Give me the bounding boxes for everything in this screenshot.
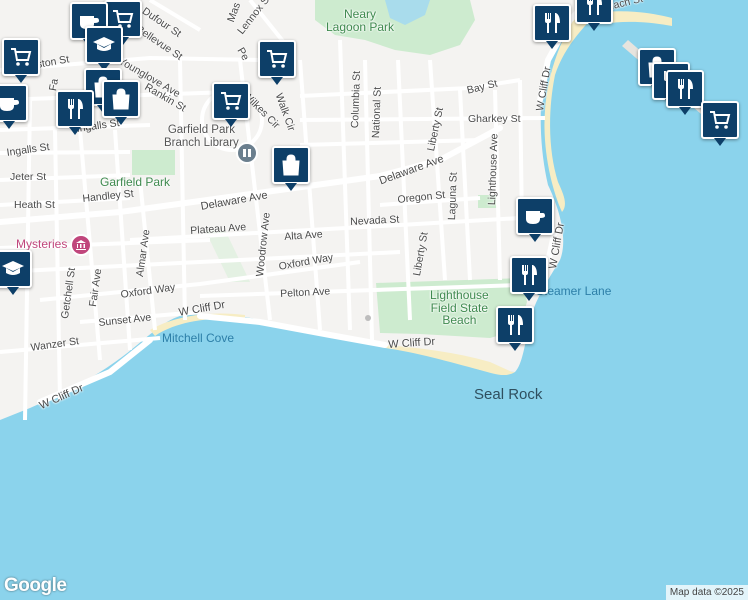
street-label-pelton: Pelton Ave	[279, 285, 331, 300]
restaurant-icon[interactable]	[496, 306, 534, 351]
street-label-alta: Alta Ave	[283, 228, 324, 243]
place-label-garfield-park[interactable]: Garfield Park	[100, 176, 170, 189]
street-label-heath: Heath St	[14, 199, 55, 211]
place-label-lighthouse-field-beach[interactable]: Lighthouse Field State Beach	[430, 289, 489, 327]
place-label-mysteries[interactable]: Mysteries	[16, 238, 67, 250]
restaurant-icon[interactable]	[533, 4, 571, 49]
school-icon[interactable]	[0, 250, 32, 295]
shopping-bag-icon[interactable]	[102, 80, 140, 125]
shopping-cart-icon[interactable]	[258, 40, 296, 85]
google-logo: Google	[4, 575, 67, 596]
school-icon[interactable]	[85, 26, 123, 71]
map-canvas[interactable]: Columbia St National St Liberty St Lagun…	[0, 0, 748, 600]
street-label-jeter: Jeter St	[10, 171, 47, 183]
street-label-nevada: Nevada St	[349, 213, 400, 228]
shopping-cart-icon[interactable]	[212, 82, 250, 127]
street-label-gharkey: Gharkey St	[468, 113, 521, 125]
place-label-mitchell-cove[interactable]: Mitchell Cove	[162, 332, 234, 344]
street-label-columbia: Columbia St	[349, 70, 363, 129]
shopping-cart-icon[interactable]	[701, 101, 739, 146]
shopping-bag-icon[interactable]	[272, 146, 310, 191]
garfield-park	[132, 150, 175, 175]
restaurant-icon[interactable]	[666, 70, 704, 115]
coffee-cup-icon[interactable]	[516, 197, 554, 242]
map-attribution[interactable]: Map data ©2025	[665, 585, 748, 600]
street-label-lighthouse: Lighthouse Ave	[486, 133, 501, 206]
coffee-cup-icon[interactable]	[0, 84, 28, 129]
street-label-laguna: Laguna St	[446, 172, 460, 221]
restaurant-icon[interactable]	[56, 90, 94, 135]
shopping-cart-icon[interactable]	[2, 38, 40, 83]
place-label-seal-rock[interactable]: Seal Rock	[474, 387, 542, 402]
street-label-national: National St	[370, 86, 384, 139]
restaurant-icon[interactable]	[575, 0, 613, 31]
restaurant-icon[interactable]	[510, 256, 548, 301]
place-label-neary-lagoon-park[interactable]: Neary Lagoon Park	[326, 8, 394, 33]
place-label-garfield-library[interactable]: Garfield Park Branch Library	[164, 124, 239, 149]
museum-icon[interactable]	[70, 234, 92, 256]
library-icon[interactable]	[236, 142, 258, 164]
